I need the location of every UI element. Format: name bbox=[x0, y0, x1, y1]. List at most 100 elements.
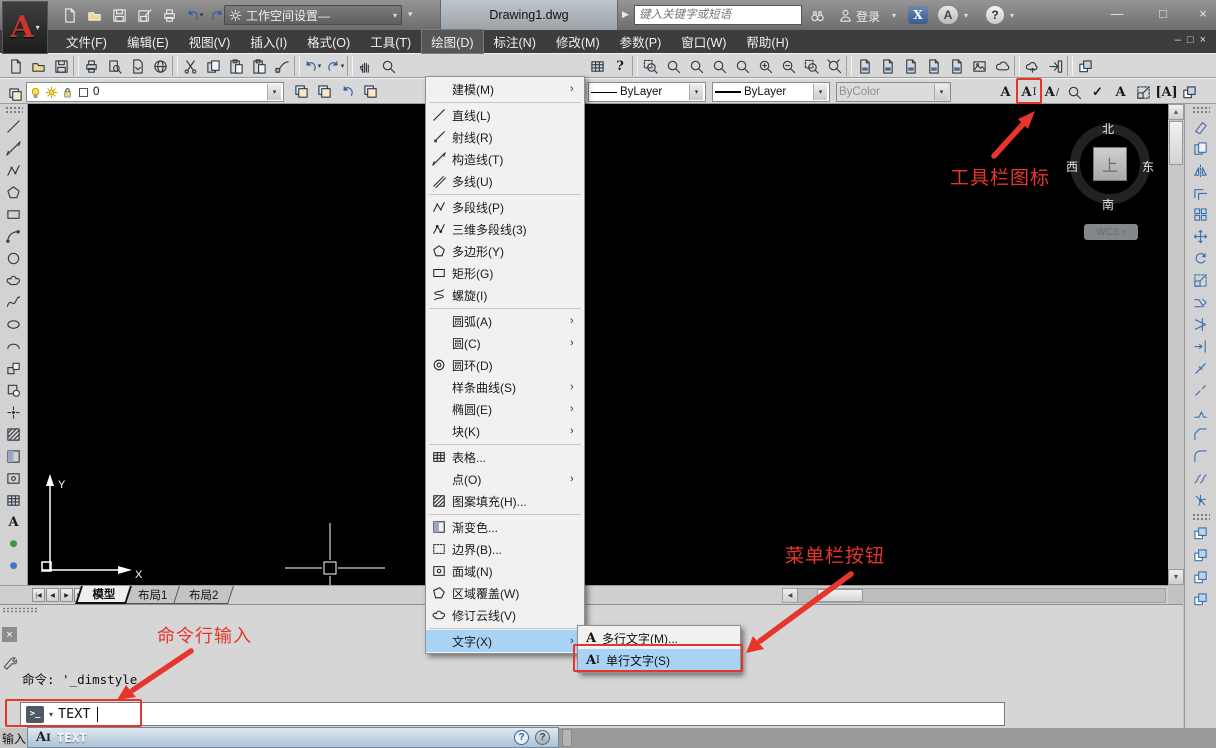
menu-bar-item[interactable]: 格式(O) bbox=[297, 29, 360, 54]
draw-menu-item[interactable]: 椭圆(E) › bbox=[426, 398, 584, 420]
plot-icon[interactable] bbox=[158, 4, 180, 26]
region-icon[interactable] bbox=[3, 467, 25, 489]
sign-in-button[interactable] bbox=[834, 5, 856, 25]
horizontal-scrollbar[interactable]: ◀ bbox=[782, 588, 1166, 603]
copy-clip-icon[interactable] bbox=[202, 55, 224, 77]
minimize-button[interactable]: — bbox=[1104, 6, 1130, 21]
draw-menu-item[interactable]: 文字(X) › bbox=[426, 630, 584, 652]
raster-image-icon[interactable] bbox=[968, 55, 990, 77]
break-icon[interactable] bbox=[1190, 379, 1212, 401]
draw-menu-item[interactable]: 表格... bbox=[426, 446, 584, 468]
vertical-scroll-thumb[interactable] bbox=[1169, 121, 1183, 165]
undo-icon[interactable]: ▾ bbox=[301, 55, 323, 77]
autodesk360-icon[interactable]: A bbox=[938, 6, 958, 24]
sep[interactable] bbox=[1014, 56, 1020, 76]
mirror-icon[interactable] bbox=[1190, 159, 1212, 181]
draw-menu-item[interactable]: 多边形(Y) bbox=[426, 240, 584, 262]
undo-icon[interactable]: ▾ bbox=[183, 4, 205, 26]
ellipse-icon[interactable] bbox=[3, 313, 25, 335]
copy-object-icon[interactable] bbox=[1190, 137, 1212, 159]
move-icon[interactable] bbox=[1190, 225, 1212, 247]
sep[interactable] bbox=[846, 56, 852, 76]
new-file-icon[interactable] bbox=[4, 55, 26, 77]
draw-menu-item[interactable]: 圆(C) › bbox=[426, 332, 584, 354]
wcs-dropdown[interactable]: WCS ▾ bbox=[1084, 224, 1138, 240]
zoom-in-icon[interactable] bbox=[754, 55, 776, 77]
viewcube-north-label[interactable]: 北 bbox=[1102, 120, 1114, 137]
statusbar-thumb[interactable] bbox=[562, 729, 572, 747]
menu-bar-item[interactable]: 窗口(W) bbox=[671, 29, 736, 54]
a360-dropdown-icon[interactable]: ▾ bbox=[964, 11, 968, 20]
make-object-layer-current-icon[interactable] bbox=[290, 80, 312, 102]
menu-bar-item[interactable]: 工具(T) bbox=[360, 29, 421, 54]
open-online-icon[interactable] bbox=[1044, 55, 1066, 77]
internet-help-icon[interactable]: ? bbox=[535, 730, 550, 745]
draw-menu-item[interactable]: 样条曲线(S) › bbox=[426, 376, 584, 398]
zoom-extents-icon[interactable] bbox=[823, 55, 845, 77]
bring-above-objects-icon[interactable] bbox=[1190, 566, 1212, 588]
export-dwf-icon[interactable] bbox=[899, 55, 921, 77]
zoom-all-icon[interactable] bbox=[800, 55, 822, 77]
erase-icon[interactable] bbox=[1190, 115, 1212, 137]
menu-bar-item[interactable]: 视图(V) bbox=[179, 29, 241, 54]
break-at-point-icon[interactable] bbox=[1190, 357, 1212, 379]
join-icon[interactable] bbox=[1190, 401, 1212, 423]
web-publish-icon[interactable] bbox=[149, 55, 171, 77]
help-circle-icon[interactable]: ? bbox=[514, 730, 529, 745]
scroll-left-button[interactable]: ◀ bbox=[783, 589, 798, 602]
table-icon[interactable] bbox=[3, 489, 25, 511]
scale-text-icon[interactable] bbox=[1134, 81, 1154, 103]
sep[interactable] bbox=[294, 56, 300, 76]
bring-to-front-icon[interactable] bbox=[1190, 522, 1212, 544]
command-window-close-icon[interactable]: × bbox=[2, 627, 17, 642]
export-dgn-icon[interactable] bbox=[922, 55, 944, 77]
toolbar-grip[interactable] bbox=[5, 106, 23, 113]
viewcube-south-label[interactable]: 南 bbox=[1102, 196, 1114, 213]
login-dropdown-icon[interactable]: ▾ bbox=[892, 11, 896, 20]
draw-menu-item[interactable]: 圆弧(A) › bbox=[426, 310, 584, 332]
text-style-icon[interactable]: A bbox=[1111, 81, 1131, 103]
draw-menu-item[interactable]: 构造线(T) bbox=[426, 148, 584, 170]
offset-icon[interactable] bbox=[1190, 181, 1212, 203]
workspace-switcher[interactable]: 工作空间设置— ▾ bbox=[224, 5, 402, 25]
array-icon[interactable] bbox=[1190, 203, 1212, 225]
layer-states-icon[interactable] bbox=[359, 80, 381, 102]
tab-nav-button[interactable]: |◀ bbox=[32, 588, 45, 602]
spell-check-icon[interactable]: ✓ bbox=[1088, 81, 1108, 103]
new-file-icon[interactable] bbox=[58, 4, 80, 26]
layer-dropdown-arrow-icon[interactable]: ▾ bbox=[267, 84, 281, 100]
menu-bar-item[interactable]: 标注(N) bbox=[484, 29, 546, 54]
hatch-icon[interactable] bbox=[3, 423, 25, 445]
menu-bar-item[interactable]: 文件(F) bbox=[56, 29, 117, 54]
toolbar-grip[interactable] bbox=[1192, 106, 1210, 113]
menu-bar-item[interactable]: 编辑(E) bbox=[117, 29, 179, 54]
linetype-dropdown-arrow-icon[interactable]: ▾ bbox=[689, 84, 703, 100]
spline-icon[interactable] bbox=[3, 291, 25, 313]
point-icon[interactable] bbox=[3, 401, 25, 423]
draw-menu-item[interactable]: 面域(N) bbox=[426, 560, 584, 582]
polygon-icon[interactable] bbox=[3, 181, 25, 203]
login-label[interactable]: 登录 bbox=[856, 8, 880, 25]
draw-menu-item[interactable]: 图案填充(H)... bbox=[426, 490, 584, 512]
zoom-previous-icon[interactable] bbox=[685, 55, 707, 77]
draw-menu-item[interactable]: 多线(U) bbox=[426, 170, 584, 192]
menu-bar-item[interactable]: 帮助(H) bbox=[736, 29, 798, 54]
edit-text-icon[interactable]: A ∕ bbox=[1042, 81, 1062, 103]
send-under-objects-icon[interactable] bbox=[1190, 588, 1212, 610]
help-icon[interactable]: ? bbox=[609, 55, 631, 77]
cut-icon[interactable] bbox=[179, 55, 201, 77]
menu-bar-item[interactable]: 插入(I) bbox=[240, 29, 297, 54]
viewcube-west-label[interactable]: 西 bbox=[1066, 158, 1078, 175]
qat-menu-button[interactable]: ▾ bbox=[408, 9, 413, 20]
chamfer-icon[interactable] bbox=[1190, 423, 1212, 445]
scroll-down-button[interactable]: ▼ bbox=[1168, 569, 1184, 585]
export-dwg-icon[interactable] bbox=[876, 55, 898, 77]
save-icon[interactable] bbox=[50, 55, 72, 77]
draw-menu-item[interactable]: 多段线(P) bbox=[426, 196, 584, 218]
stretch-icon[interactable] bbox=[1190, 291, 1212, 313]
menu-bar-item[interactable]: 修改(M) bbox=[546, 29, 610, 54]
blend-curves-icon[interactable] bbox=[1190, 467, 1212, 489]
insert-block-icon[interactable] bbox=[3, 357, 25, 379]
lineweight-dropdown-arrow-icon[interactable]: ▾ bbox=[813, 84, 827, 100]
viewcube-east-label[interactable]: 东 bbox=[1142, 158, 1154, 175]
